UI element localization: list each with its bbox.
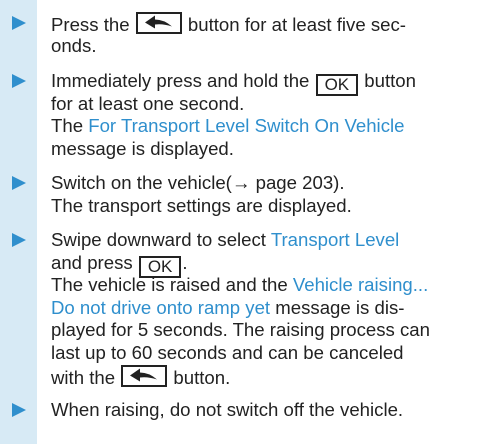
text-line: and press OK.: [51, 251, 188, 278]
text-line: played for 5 seconds. The raising proces…: [51, 319, 430, 341]
highlighted-message-text: Vehicle raising...: [292, 274, 429, 296]
highlighted-message-text: For Transport Level Switch On Vehicle: [88, 115, 405, 137]
step-text: When raising, do not switch off the vehi…: [51, 399, 471, 422]
highlighted-message-text: Do not drive onto ramp yet: [51, 296, 271, 318]
step-sidebar-bar: [0, 0, 37, 444]
text-line: Swipe downward to select Transport Level: [51, 229, 400, 250]
back-button-key: [135, 12, 182, 34]
text-line: message is displayed.: [51, 137, 234, 159]
text-line: Do not drive onto ramp yet message is di…: [51, 296, 405, 318]
ok-button-key: OK: [315, 74, 359, 96]
step-text: Immediately press and hold the OK button…: [51, 70, 471, 160]
text-line: Press the button for at least five sec-: [51, 12, 406, 35]
text-line: onds.: [51, 34, 97, 56]
bullet-arrow-icon: [12, 233, 26, 247]
text-line: last up to 60 seconds and can be cancele…: [51, 341, 404, 363]
bullet-arrow-icon: [12, 74, 26, 88]
bullet-arrow-icon: [12, 16, 26, 30]
bullet-arrow-icon: [12, 403, 26, 417]
back-button-key: [121, 364, 168, 387]
text-line: When raising, do not switch off the vehi…: [51, 399, 404, 420]
text-line: for at least one second.: [51, 92, 245, 114]
text-line: with the button.: [51, 364, 231, 388]
back-arrow-icon: [144, 15, 172, 29]
text-line: Switch on the vehicle(→ page 203).: [51, 172, 345, 193]
text-line: The For Transport Level Switch On Vehicl…: [51, 115, 405, 137]
text-line: The transport settings are displayed.: [51, 194, 352, 216]
bullet-arrow-icon: [12, 176, 26, 190]
step-text: Swipe downward to select Transport Level…: [51, 229, 471, 388]
step-text: Press the button for at least five sec- …: [51, 12, 471, 57]
text-line: Immediately press and hold the OK button: [51, 70, 416, 96]
highlighted-setting-text: Transport Level: [270, 229, 400, 250]
instruction-page: Press the button for at least five sec- …: [0, 0, 477, 444]
step-text: Switch on the vehicle(→ page 203). The t…: [51, 172, 471, 217]
text-line: The vehicle is raised and the Vehicle ra…: [51, 274, 429, 296]
back-arrow-icon: [130, 368, 158, 382]
